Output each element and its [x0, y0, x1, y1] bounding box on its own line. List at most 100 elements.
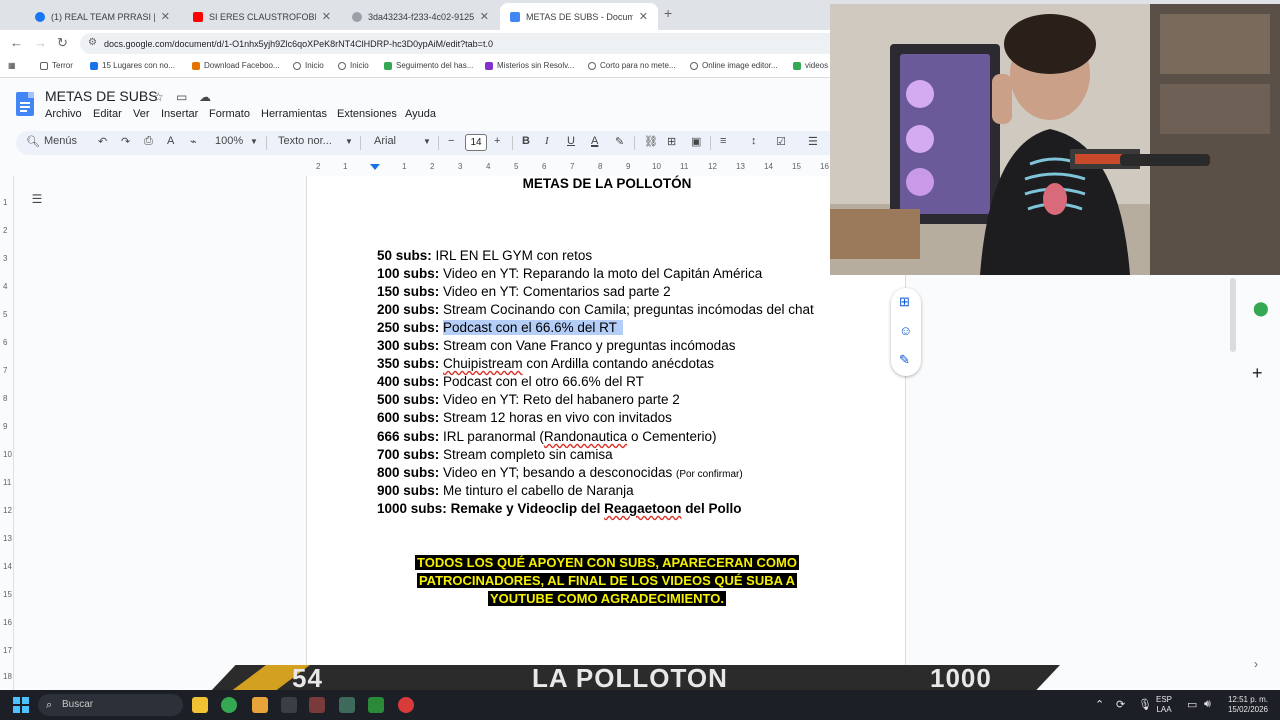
tab-youtube[interactable]: SI ERES CLAUSTROFOBICO NO ✕ — [183, 3, 341, 30]
sync-icon[interactable]: ⟳ — [1116, 698, 1125, 711]
clock[interactable]: 12:51 p. m. 15/02/2026 — [1222, 695, 1274, 715]
align-icon[interactable]: ≡ — [720, 135, 726, 147]
bookmark-inicio-2[interactable]: Inicio — [338, 61, 369, 70]
spellcheck-icon[interactable]: A — [167, 135, 174, 147]
settings-gear-icon[interactable] — [281, 697, 297, 713]
goal-line: 800 subs: Video en YT; besando a descono… — [377, 465, 743, 480]
bookmark-seguimento[interactable]: Seguimento del has... — [384, 61, 473, 70]
chevron-down-icon: ▼ — [345, 137, 353, 146]
url-text: docs.google.com/document/d/1-O1nhx5yjh9Z… — [104, 38, 493, 49]
network-icon[interactable]: ▭ — [1187, 698, 1197, 711]
add-addon-plus-icon[interactable]: + — [1252, 363, 1263, 384]
menu-editar[interactable]: Editar — [93, 108, 122, 120]
close-icon[interactable]: ✕ — [161, 10, 170, 23]
language-indicator[interactable]: ESP LAA — [1156, 695, 1172, 715]
bookmark-videos[interactable]: videos — [793, 61, 828, 70]
scrollbar-thumb[interactable] — [1230, 278, 1236, 352]
reload-icon[interactable]: ↻ — [57, 35, 68, 51]
add-comment-icon[interactable]: ⊞ — [899, 294, 910, 310]
new-tab-plus-icon[interactable]: + — [664, 5, 672, 21]
clock-time: 12:51 p. m. — [1227, 695, 1269, 704]
menu-insertar[interactable]: Insertar — [161, 108, 198, 120]
bookmark-corto[interactable]: Corto para no mete... — [588, 61, 676, 70]
decrease-font-size-icon[interactable]: − — [448, 135, 454, 147]
menu-formato[interactable]: Formato — [209, 108, 250, 120]
chevron-up-icon[interactable]: ⌃ — [1095, 698, 1104, 711]
recording-app-icon[interactable] — [398, 697, 414, 713]
bookmark-terror[interactable]: Terror — [40, 61, 73, 70]
add-emoji-reaction-icon[interactable]: ☺ — [899, 323, 912, 338]
menu-extensiones[interactable]: Extensiones — [337, 108, 397, 120]
close-icon[interactable]: ✕ — [480, 10, 489, 23]
goal-text: Video en YT; besando a desconocidas — [443, 465, 673, 480]
bookmark-download-facebook[interactable]: Download Faceboo... — [192, 61, 280, 70]
url-omnibox[interactable]: ⚙ docs.google.com/document/d/1-O1nhx5yjh… — [80, 33, 840, 54]
tab-metas-de-subs[interactable]: METAS DE SUBS - Documentos ✕ — [500, 3, 658, 30]
paint-format-icon[interactable]: ⌁ — [190, 135, 197, 148]
bold-icon[interactable]: B — [522, 135, 530, 147]
maps-pin-icon[interactable]: ⬤ — [1253, 300, 1269, 317]
microphone-icon[interactable]: 🎙︎ — [1138, 698, 1152, 711]
document-outline-icon[interactable]: ☰ — [26, 192, 48, 210]
app-icon[interactable] — [252, 697, 268, 713]
folder-icon — [40, 61, 48, 70]
insert-link-icon[interactable]: ⛓ — [644, 135, 658, 148]
bookmark-misterios[interactable]: Misterios sin Resolv... — [485, 61, 574, 70]
chrome-icon[interactable] — [221, 697, 237, 713]
underline-icon[interactable]: U — [567, 135, 575, 147]
menu-archivo[interactable]: Archivo — [45, 108, 82, 120]
checklist-icon[interactable]: ☑ — [776, 135, 786, 148]
insert-image-icon[interactable]: ▣ — [691, 135, 701, 148]
indent-marker-icon[interactable] — [370, 164, 380, 170]
paragraph-style-select[interactable]: Texto nor... — [278, 135, 332, 147]
globe-icon — [352, 11, 362, 22]
site-info-icon[interactable]: ⚙ — [88, 37, 97, 48]
apps-grid-icon[interactable]: ▦ — [8, 61, 16, 70]
close-icon[interactable]: ✕ — [322, 10, 331, 23]
taskbar-search-input[interactable]: ⌕ Buscar — [38, 694, 183, 716]
vertical-ruler[interactable]: 1 2 3 4 5 6 7 8 9 10 11 12 13 14 15 16 1… — [0, 176, 14, 690]
calculator-icon[interactable] — [339, 697, 355, 713]
menu-herramientas[interactable]: Herramientas — [261, 108, 327, 120]
suggest-edits-icon[interactable]: ✎ — [899, 352, 910, 368]
cloud-saved-icon[interactable]: ☁ — [199, 90, 211, 104]
redo-icon[interactable]: ↷ — [121, 135, 130, 148]
menu-ver[interactable]: Ver — [133, 108, 150, 120]
add-comment-icon[interactable]: ⊞ — [667, 135, 676, 148]
close-icon[interactable]: ✕ — [639, 10, 648, 23]
highlight-pen-icon[interactable]: ✎ — [615, 135, 624, 148]
move-folder-icon[interactable]: ▭ — [176, 90, 187, 104]
forward-arrow-icon[interactable]: → — [34, 35, 47, 50]
app-icon[interactable] — [309, 697, 325, 713]
zoom-select[interactable]: 100% — [215, 135, 243, 147]
back-arrow-icon[interactable]: ← — [10, 35, 23, 50]
banner-line: TODOS LOS QUÉ APOYEN CON SUBS, APARECERA… — [415, 555, 799, 570]
menu-ayuda[interactable]: Ayuda — [405, 108, 436, 120]
tab-hash-document[interactable]: 3da43234-f233-4c02-9125-2e1 ✕ — [342, 3, 499, 30]
file-explorer-icon[interactable] — [192, 697, 208, 713]
print-icon[interactable]: ⎙ — [144, 135, 153, 148]
bookmark-online-image-editor[interactable]: Online image editor... — [690, 61, 778, 70]
text-color-icon[interactable]: A — [591, 135, 598, 147]
bookmark-15-lugares[interactable]: 15 Lugares con no... — [90, 61, 175, 70]
bookmark-inicio-1[interactable]: Inicio — [293, 61, 324, 70]
bulleted-list-icon[interactable]: ☰ — [808, 135, 818, 148]
font-family-select[interactable]: Arial — [374, 135, 396, 147]
document-page[interactable]: METAS DE LA POLLOTÓN 50 subs: IRL EN EL … — [306, 176, 906, 696]
italic-icon[interactable]: I — [545, 135, 549, 147]
search-menus-button[interactable]: Menús — [44, 135, 77, 147]
document-title[interactable]: METAS DE SUBS — [45, 88, 158, 104]
ruler-number: 15 — [792, 162, 801, 171]
horizontal-ruler[interactable]: 2 1 1 2 3 4 5 6 7 8 9 10 11 12 13 14 15 … — [306, 158, 906, 174]
increase-font-size-icon[interactable]: + — [494, 135, 500, 147]
undo-icon[interactable]: ↶ — [98, 135, 107, 148]
line-spacing-icon[interactable]: ↕ — [751, 135, 757, 147]
font-size-input[interactable]: 14 — [465, 134, 487, 151]
media-player-icon[interactable] — [368, 697, 384, 713]
docs-logo-icon[interactable] — [16, 92, 34, 116]
volume-icon[interactable]: 🔊︎ — [1204, 698, 1211, 711]
tab-facebook[interactable]: (1) REAL TEAM PRRASI | Facebo ✕ — [25, 3, 180, 30]
star-icon[interactable]: ☆ — [153, 90, 164, 104]
windows-start-icon[interactable] — [13, 697, 29, 713]
chevron-right-icon[interactable]: › — [1254, 657, 1258, 671]
